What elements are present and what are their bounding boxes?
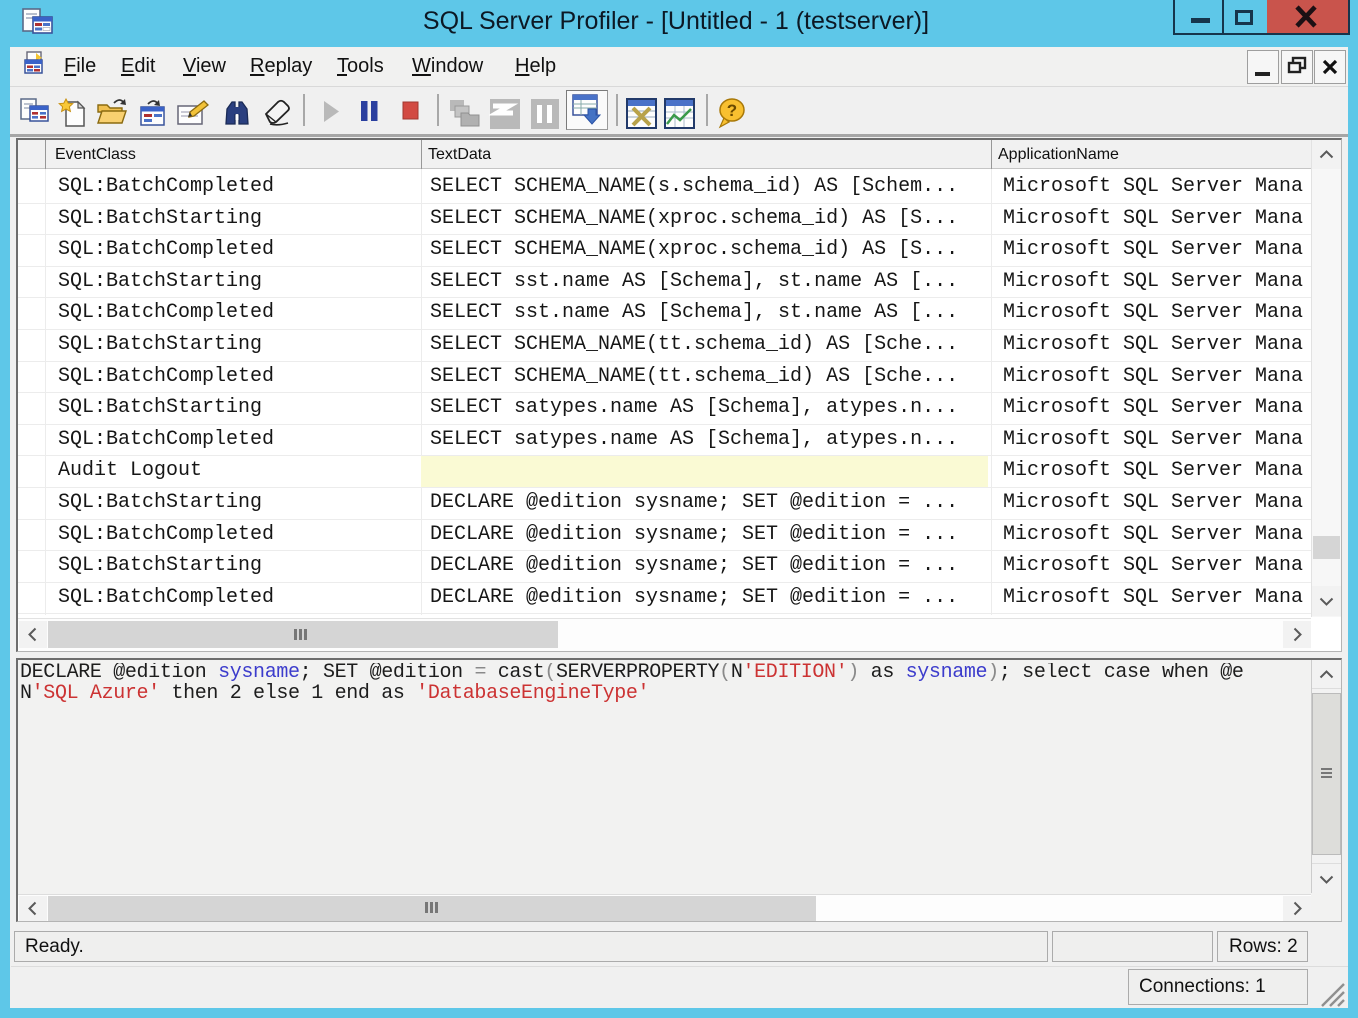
svg-text:?: ? [727, 101, 737, 120]
